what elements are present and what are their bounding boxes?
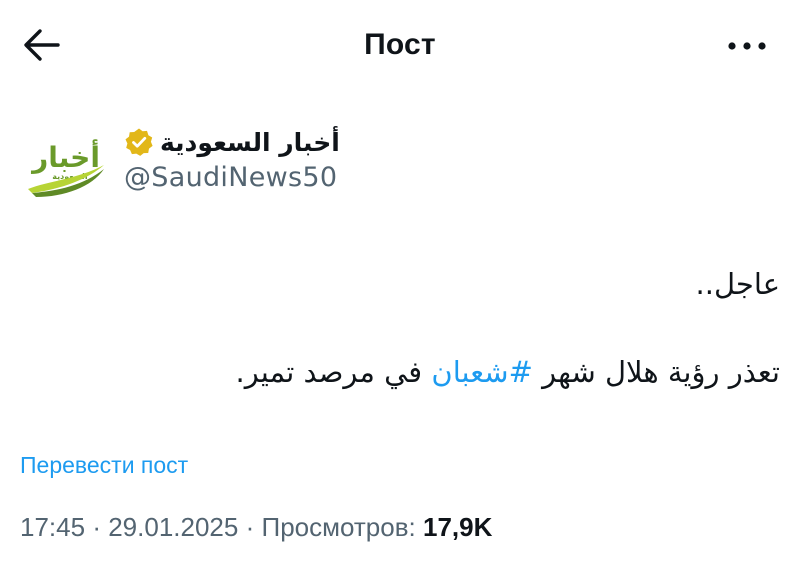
verified-badge-icon [125,128,153,156]
logo-text: أخبار [30,139,100,174]
post-date[interactable]: 29.01.2025 [108,512,238,542]
author-name: أخبار السعودية [160,127,340,157]
views-count[interactable]: 17,9K [423,512,492,542]
translate-post-link[interactable]: Перевести пост [20,452,188,479]
top-bar: Пост [0,0,800,92]
saudi-news-logo: أخبار السعودية [28,139,104,197]
hashtag-link[interactable]: #شعبان [431,355,532,389]
tweet-text: عاجل.. تعذر رؤية هلال شهر #شعبان في مرصد… [20,262,781,394]
tweet-text-part-1: تعذر رؤية هلال شهر [542,355,780,389]
post-meta: 17:45 · 29.01.2025 · Просмотров: 17,9K [20,512,492,543]
author-handle[interactable]: @SaudiNews50 [124,162,337,193]
meta-separator: · [245,512,255,542]
more-options-button[interactable] [724,30,770,60]
page-title: Пост [364,28,436,61]
tweet-text-part-2: في مرصد تمير. [235,355,423,389]
meta-separator: · [92,512,101,542]
tweet-line-1: عاجل.. [695,267,780,301]
post-time[interactable]: 17:45 [20,512,85,542]
tweet-line-2: تعذر رؤية هلال شهر #شعبان في مرصد تمير. [20,350,781,394]
ellipsis-horizontal-icon [728,42,766,50]
views-label: Просмотров: [261,512,416,542]
tweet-paragraph-gap [20,306,780,350]
avatar[interactable]: أخبار السعودية [18,117,114,213]
author-name-row[interactable]: أخبار السعودية [124,124,340,160]
post-page: Пост أخبار السعودية أخبار السعودية @Saud… [0,0,800,569]
